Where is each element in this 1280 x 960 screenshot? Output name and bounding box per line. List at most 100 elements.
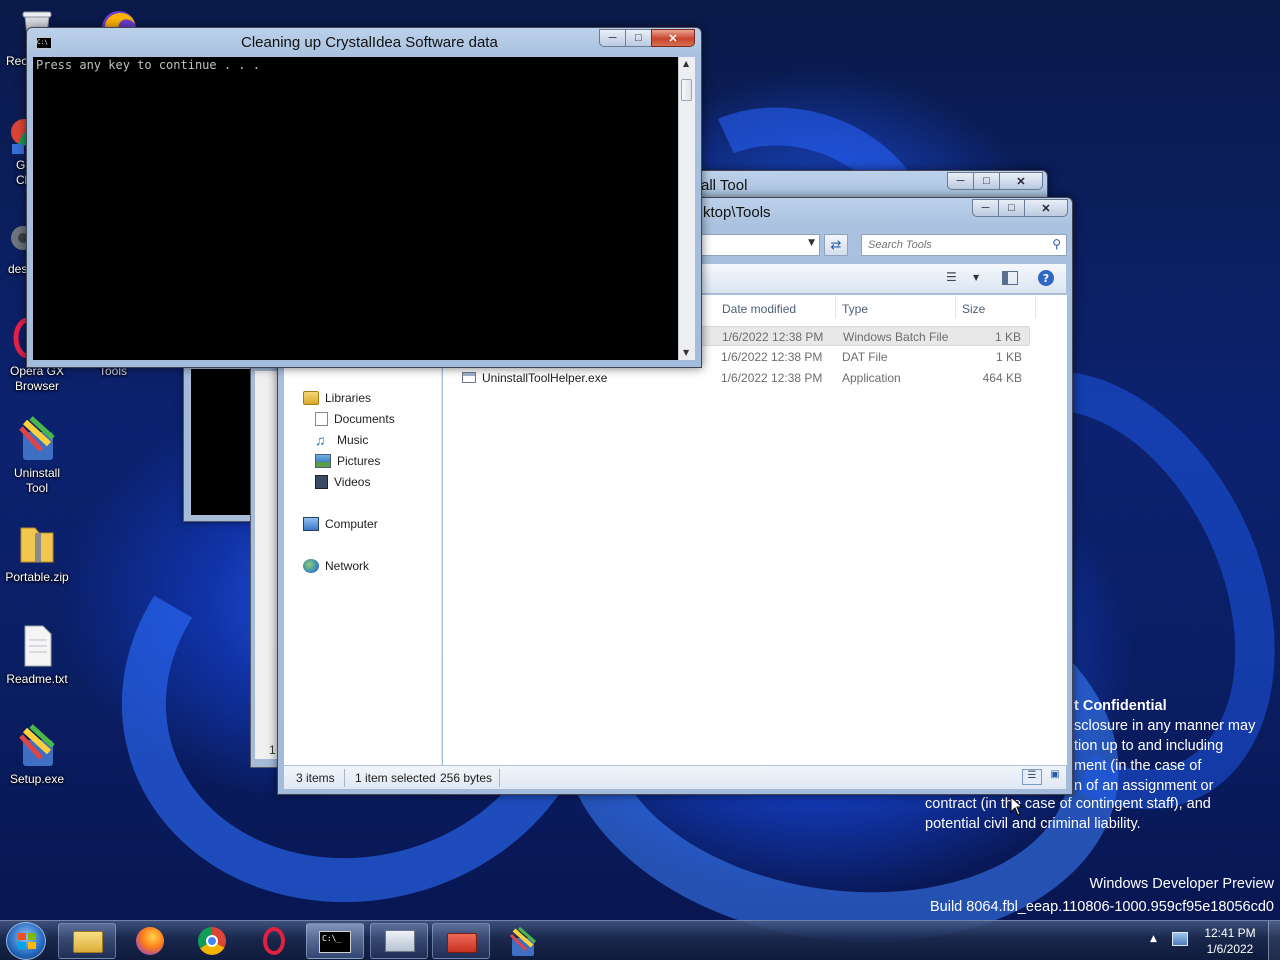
preview-pane-icon[interactable]	[1002, 271, 1018, 285]
watermark-line: n of an assignment or	[1074, 778, 1214, 794]
console-scrollbar[interactable]: ▲ ▼	[678, 57, 695, 360]
libraries-icon	[303, 391, 319, 405]
desktop-icon-readme[interactable]: Readme.txt	[0, 624, 74, 687]
perfmon-button[interactable]	[370, 923, 428, 959]
large-icons-view-icon[interactable]: ▣	[1045, 769, 1065, 785]
cmd-titlebar: C:\ Cleaning up CrystalIdea Software dat…	[27, 28, 701, 56]
desktop-icon-uninstall-tool[interactable]: Uninstall Tool	[0, 414, 74, 496]
refresh-icon: ⇄	[830, 237, 842, 253]
chrome-icon-center	[206, 935, 218, 947]
minimize-button[interactable]: ─	[599, 29, 625, 47]
nav-item-pictures[interactable]: Pictures	[315, 454, 380, 468]
status-divider	[499, 769, 500, 787]
nav-item-network[interactable]: Network	[303, 559, 369, 573]
column-separator	[1035, 296, 1036, 318]
chevron-down-icon[interactable]: ▼	[808, 238, 815, 248]
computer-icon	[303, 517, 319, 531]
column-header-type[interactable]: Type	[842, 302, 868, 316]
opera-button[interactable]	[246, 923, 304, 959]
close-button[interactable]: ✕	[651, 29, 695, 47]
refresh-button[interactable]: ⇄	[824, 234, 848, 256]
search-input[interactable]	[868, 237, 1038, 253]
maximize-button[interactable]: □	[625, 29, 651, 47]
desktop-icon-label: Uninstall Tool	[13, 466, 61, 495]
show-hidden-icons-icon[interactable]: ▲	[1150, 934, 1157, 944]
zip-folder-icon	[15, 522, 59, 566]
nav-item-documents[interactable]: Documents	[315, 412, 395, 426]
application-icon	[462, 372, 476, 383]
command-prompt-icon: C:\_	[319, 931, 351, 953]
desktop-icon-portable-zip[interactable]: Portable.zip	[0, 522, 74, 585]
uninstall-tool-icon	[509, 926, 536, 956]
desktop-icon-setup[interactable]: Setup.exe	[0, 722, 74, 787]
status-divider	[344, 769, 345, 787]
watermark-line: tion up to and including	[1074, 738, 1224, 754]
uninstall-tool-icon	[15, 414, 59, 460]
desktop-icon-label: Readme.txt	[6, 672, 68, 686]
firefox-button[interactable]	[122, 923, 180, 959]
monitor-icon	[385, 930, 415, 952]
status-bytes: 256 bytes	[440, 771, 493, 785]
nav-item-label: Documents	[334, 412, 395, 426]
desktop-icon-label: Setup.exe	[9, 772, 65, 786]
maximize-button[interactable]: □	[973, 172, 999, 190]
cmd-window[interactable]: C:\ Cleaning up CrystalIdea Software dat…	[26, 27, 702, 368]
column-separator	[955, 296, 956, 318]
search-icon[interactable]: ⚲	[1052, 237, 1061, 251]
watermark-line: potential civil and criminal liability.	[925, 816, 1141, 832]
maximize-button[interactable]: □	[998, 199, 1024, 217]
opera-icon	[263, 927, 285, 955]
views-icon[interactable]: ☰	[946, 270, 957, 284]
details-view-icon[interactable]: ☰	[1022, 769, 1042, 785]
scroll-up-arrow-icon[interactable]: ▲	[683, 59, 689, 68]
nav-item-music[interactable]: ♫ Music	[315, 433, 368, 447]
close-button[interactable]: ✕	[1024, 199, 1068, 217]
column-header-date-modified[interactable]: Date modified	[722, 302, 796, 316]
pictures-icon	[315, 454, 331, 468]
desktop-icon-label: Opera GX Browser	[9, 364, 65, 393]
show-desktop-button[interactable]	[1268, 921, 1280, 960]
scroll-down-arrow-icon[interactable]: ▼	[683, 348, 689, 357]
views-chevron-down-icon[interactable]: ▼	[973, 273, 979, 282]
nav-item-label: Music	[337, 433, 369, 447]
file-date: 1/6/2022 12:38 PM	[721, 371, 823, 385]
nav-item-label: Videos	[334, 475, 371, 489]
clock[interactable]: 12:41 PM 1/6/2022	[1198, 925, 1262, 957]
window-title: all Tool	[701, 177, 748, 194]
help-icon[interactable]: ?	[1038, 270, 1054, 286]
confidential-watermark: t Confidential sclosure in any manner ma…	[1060, 696, 1280, 796]
explorer-button[interactable]	[58, 923, 116, 959]
chrome-button[interactable]	[184, 923, 242, 959]
search-box[interactable]: ⚲	[861, 234, 1067, 256]
uninstall-tool-button[interactable]	[494, 923, 552, 959]
watermark-line: sclosure in any manner may	[1074, 718, 1256, 734]
address-bar[interactable]: ▼	[698, 234, 820, 256]
command-prompt-icon: C:\	[36, 37, 52, 49]
network-tray-icon[interactable]	[1172, 932, 1188, 946]
file-type: Application	[842, 371, 901, 385]
nav-item-computer[interactable]: Computer	[303, 517, 378, 531]
minimize-button[interactable]: ─	[972, 199, 998, 217]
videos-icon	[315, 475, 328, 489]
window-title: Cleaning up CrystalIdea Software data	[241, 34, 498, 51]
console-output-area[interactable]: Press any key to continue . . .	[33, 57, 678, 360]
text-file-icon	[15, 624, 59, 668]
minimize-button[interactable]: ─	[947, 172, 973, 190]
toolbox-button[interactable]	[432, 923, 490, 959]
nav-item-label: Computer	[325, 517, 378, 531]
nav-item-label: Libraries	[325, 391, 372, 405]
file-row[interactable]: UninstallToolHelper.exe 1/6/2022 12:38 P…	[458, 368, 1030, 388]
nav-item-label: Pictures	[337, 454, 381, 468]
cmd-button[interactable]: C:\_	[306, 923, 364, 959]
status-bar: 3 items 1 item selected 256 bytes ☰ ▣	[284, 765, 1066, 789]
installer-icon	[15, 722, 59, 766]
music-icon: ♫	[315, 432, 326, 448]
desktop-icon-label: G Cl	[16, 158, 28, 187]
status-item-count: 3 items	[296, 771, 335, 785]
close-button[interactable]: ✕	[999, 172, 1043, 190]
nav-item-libraries[interactable]: Libraries	[303, 391, 371, 405]
nav-item-videos[interactable]: Videos	[315, 475, 370, 489]
start-button[interactable]	[6, 922, 46, 960]
column-header-size[interactable]: Size	[962, 302, 985, 316]
scrollbar-thumb[interactable]	[681, 79, 692, 101]
